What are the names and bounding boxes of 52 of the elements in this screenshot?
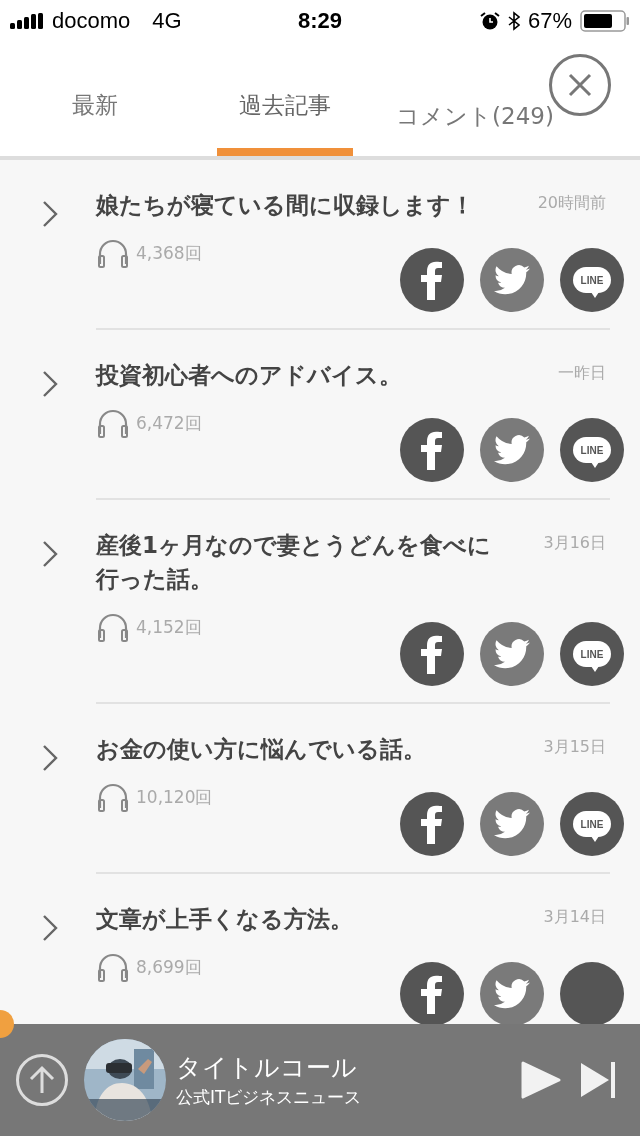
play-count: 4,152回 xyxy=(136,615,202,639)
battery-icon xyxy=(580,10,630,32)
bird-icon xyxy=(494,639,530,669)
article-title[interactable]: 娘たちが寝ている間に収録します！ xyxy=(96,188,474,222)
headphones-icon xyxy=(96,952,130,982)
bird-icon xyxy=(494,979,530,1009)
article-date: 3月15日 xyxy=(543,736,606,758)
play-count: 6,472回 xyxy=(136,411,202,435)
tab[interactable]: コメント(249) xyxy=(380,42,640,156)
chevron-icon[interactable] xyxy=(42,200,58,228)
bird-icon xyxy=(494,435,530,465)
tab[interactable]: 過去記事 xyxy=(190,42,380,156)
chevron-icon[interactable] xyxy=(42,540,58,568)
line-share-button[interactable]: LINE xyxy=(560,248,624,312)
play-icon xyxy=(520,1060,562,1100)
line-share-button[interactable]: LINE xyxy=(560,418,624,482)
line-share-button[interactable]: LINE xyxy=(560,622,624,686)
play-count: 8,699回 xyxy=(136,955,202,979)
article-date: 20時間前 xyxy=(537,192,606,214)
article-title[interactable]: 投資初心者へのアドバイス。 xyxy=(96,358,402,392)
bluetooth-icon xyxy=(507,11,520,31)
play-count: 10,120回 xyxy=(136,785,213,809)
chevron-icon[interactable] xyxy=(42,914,58,942)
up-arrow-icon xyxy=(27,1065,57,1095)
article-date: 3月14日 xyxy=(543,906,606,928)
battery-percent: 67% xyxy=(527,8,572,34)
bird-icon xyxy=(494,809,530,839)
bird-icon xyxy=(494,265,530,295)
network-type: 4G xyxy=(152,8,182,34)
line-share-button[interactable]: LINE xyxy=(560,792,624,856)
article-title[interactable]: お金の使い方に悩んでいる話。 xyxy=(96,732,426,766)
article-date: 一昨日 xyxy=(558,362,606,384)
chevron-icon[interactable] xyxy=(42,370,58,398)
carrier-name: docomo xyxy=(52,8,131,34)
headphones-icon xyxy=(96,782,130,812)
close-icon xyxy=(566,71,594,99)
alarm-icon xyxy=(479,11,500,31)
play-count: 4,368回 xyxy=(136,241,202,265)
article-title[interactable]: 産後1ヶ月なので妻とうどんを食べに行った話。 xyxy=(96,528,492,596)
headphones-icon xyxy=(96,408,130,438)
channel-name: 公式ITビジネスニュース xyxy=(176,1086,363,1109)
clock-time: 8:29 xyxy=(297,8,342,34)
chevron-icon[interactable] xyxy=(42,744,58,772)
episode-title: タイトルコール xyxy=(176,1052,358,1084)
article-date: 3月16日 xyxy=(543,532,606,554)
scroll-up-button[interactable] xyxy=(16,1054,68,1106)
tab[interactable]: 最新 xyxy=(0,42,190,156)
skip-next-icon xyxy=(578,1060,618,1100)
article-title[interactable]: 文章が上手くなる方法。 xyxy=(96,902,353,936)
headphones-icon xyxy=(96,612,130,642)
signal-icon xyxy=(10,13,44,29)
headphones-icon xyxy=(96,238,130,268)
